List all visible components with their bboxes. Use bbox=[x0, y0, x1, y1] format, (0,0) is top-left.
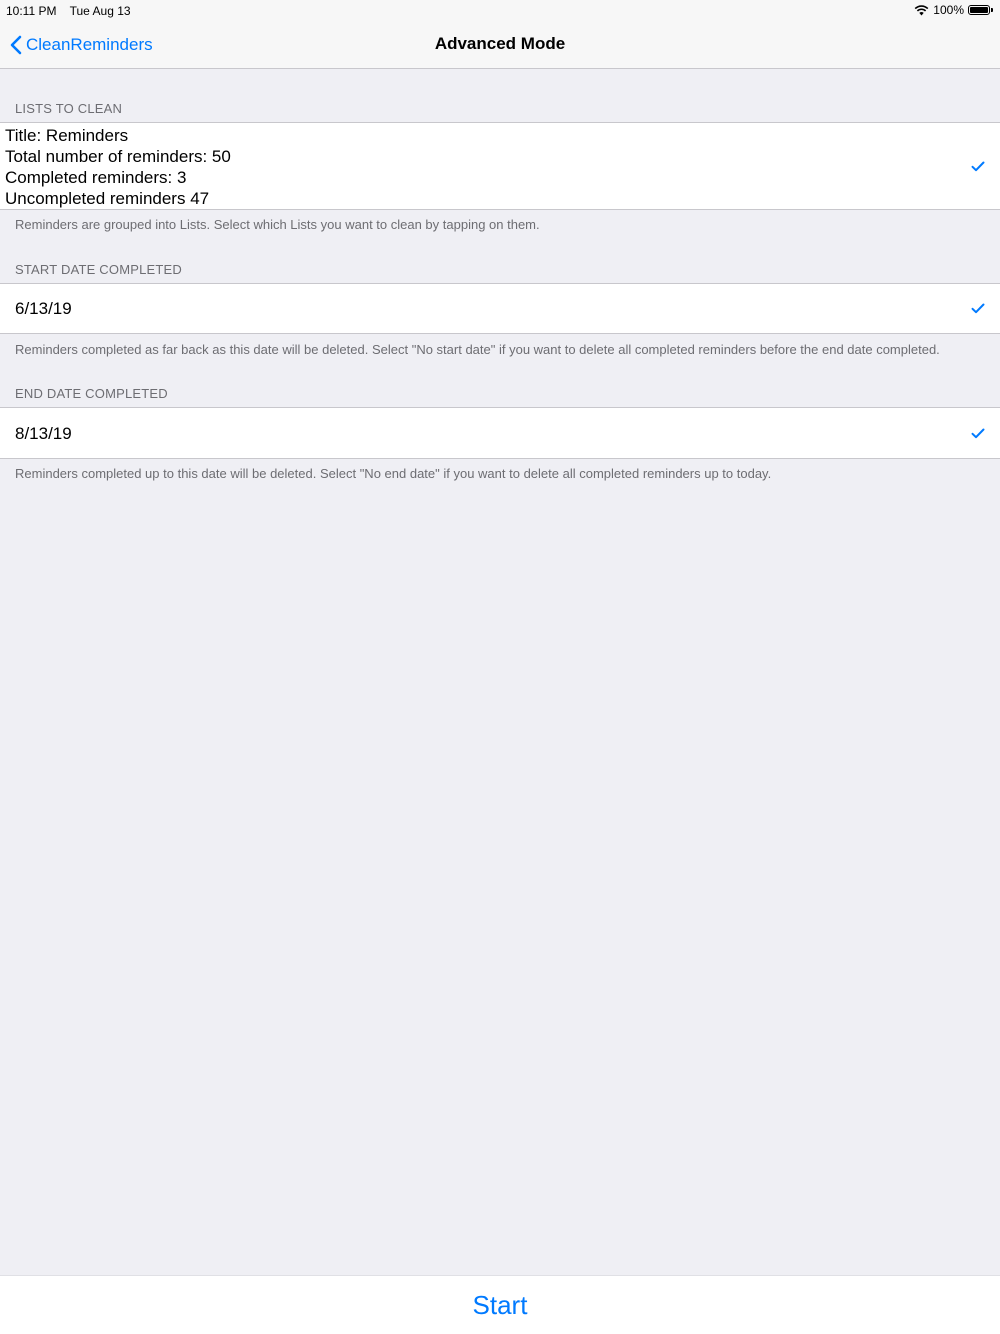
status-bar: 10:11 PM Tue Aug 13 100% bbox=[0, 0, 1000, 22]
status-time: 10:11 PM bbox=[6, 4, 57, 18]
lists-section-footer: Reminders are grouped into Lists. Select… bbox=[15, 217, 540, 232]
wifi-icon bbox=[914, 5, 929, 16]
lists-section-header: LISTS TO CLEAN bbox=[15, 101, 123, 116]
end-date-section-header: END DATE COMPLETED bbox=[15, 386, 168, 401]
list-title-line: Title: Reminders bbox=[5, 126, 129, 145]
list-uncompleted-line: Uncompleted reminders 47 bbox=[5, 189, 210, 208]
end-date-value: 8/13/19 bbox=[15, 424, 72, 443]
battery-cap bbox=[991, 8, 993, 12]
status-left: 10:11 PM Tue Aug 13 bbox=[6, 4, 141, 18]
battery-percent: 100% bbox=[933, 3, 964, 17]
start-button[interactable]: Start bbox=[0, 1290, 1000, 1321]
list-completed-line: Completed reminders: 3 bbox=[5, 168, 187, 187]
end-date-section-footer: Reminders completed up to this date will… bbox=[15, 466, 772, 481]
page-title: Advanced Mode bbox=[434, 34, 566, 53]
start-date-section-footer: Reminders completed as far back as this … bbox=[15, 342, 940, 357]
list-cell-details: Title: Reminders Total number of reminde… bbox=[5, 125, 231, 209]
status-right: 100% bbox=[914, 3, 993, 17]
battery-level bbox=[970, 7, 988, 13]
checkmark-icon bbox=[971, 428, 985, 439]
checkmark-icon bbox=[971, 161, 985, 172]
checkmark-icon bbox=[971, 303, 985, 314]
end-date-cell[interactable]: 8/13/19 bbox=[0, 407, 1000, 459]
status-date: Tue Aug 13 bbox=[69, 4, 131, 18]
start-date-section-header: START DATE COMPLETED bbox=[15, 262, 183, 277]
start-date-cell[interactable]: 6/13/19 bbox=[0, 283, 1000, 334]
list-cell-reminders[interactable]: Title: Reminders Total number of reminde… bbox=[0, 122, 1000, 210]
navigation-bar: CleanReminders Advanced Mode bbox=[0, 22, 1000, 69]
list-total-line: Total number of reminders: 50 bbox=[5, 147, 231, 166]
bottom-toolbar: Start bbox=[0, 1275, 1000, 1334]
start-date-value: 6/13/19 bbox=[15, 299, 72, 318]
battery-icon bbox=[968, 5, 990, 15]
